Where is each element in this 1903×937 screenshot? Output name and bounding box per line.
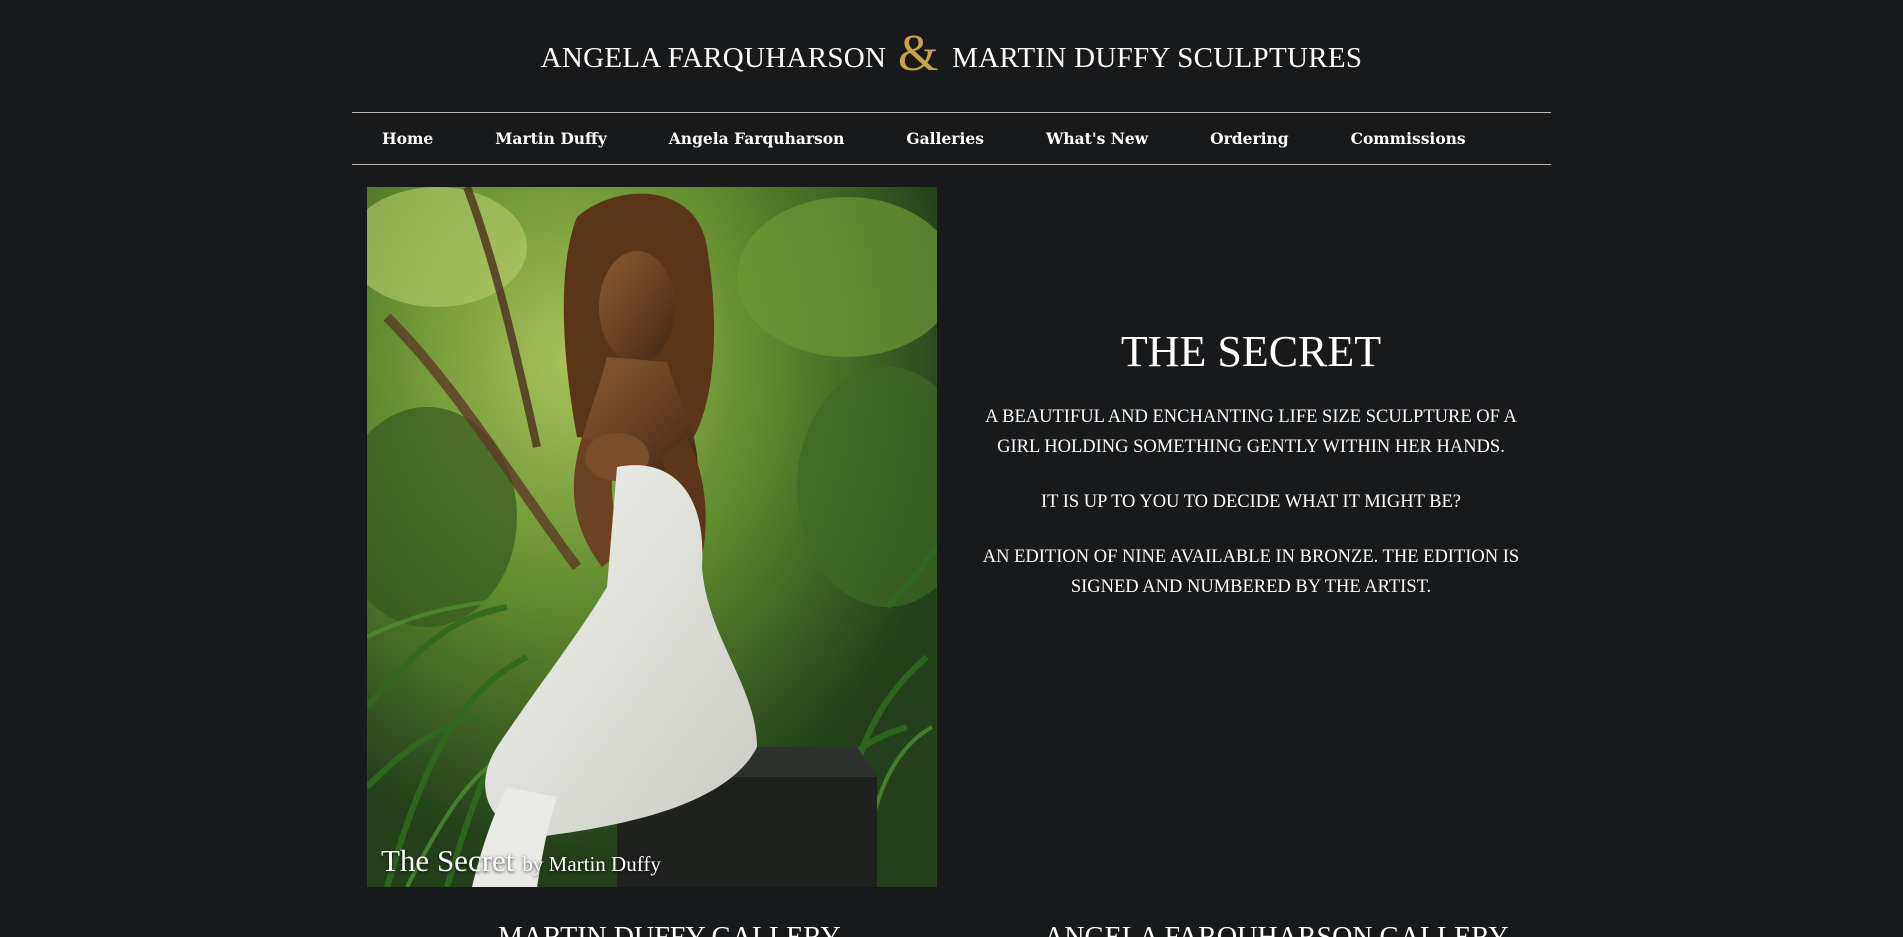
page: ANGELA FARQUHARSON & MARTIN DUFFY SCULPT… (0, 0, 1903, 937)
sculpture-info: THE SECRET A BEAUTIFUL AND ENCHANTING LI… (970, 328, 1532, 627)
site-title[interactable]: ANGELA FARQUHARSON & MARTIN DUFFY SCULPT… (0, 28, 1903, 80)
caption-title: The Secret (381, 843, 515, 878)
martin-duffy-gallery-link[interactable]: MARTIN DUFFY GALLERY (498, 922, 841, 937)
site-title-left: ANGELA FARQUHARSON (540, 42, 887, 74)
image-caption: The Secret by Martin Duffy (381, 843, 661, 879)
nav-item-whats-new[interactable]: What's New (1046, 129, 1148, 148)
nav-item-commissions[interactable]: Commissions (1351, 129, 1466, 148)
description-paragraph: IT IS UP TO YOU TO DECIDE WHAT IT MIGHT … (1040, 492, 1462, 512)
caption-artist: by Martin Duffy (522, 852, 661, 876)
nav-item-angela-farquharson[interactable]: Angela Farquharson (669, 129, 845, 148)
nav-item-ordering[interactable]: Ordering (1210, 129, 1289, 148)
angela-farquharson-gallery-link[interactable]: ANGELA FARQUHARSON GALLERY (1044, 922, 1509, 937)
sculpture-photo (367, 187, 937, 887)
sculpture-title: THE SECRET (1120, 327, 1382, 376)
nav-item-galleries[interactable]: Galleries (906, 129, 984, 148)
main-nav: Home Martin Duffy Angela Farquharson Gal… (352, 112, 1551, 165)
nav-item-martin-duffy[interactable]: Martin Duffy (495, 129, 607, 148)
ampersand-logo: & (897, 25, 939, 82)
nav-item-home[interactable]: Home (382, 129, 433, 148)
description-paragraph: A BEAUTIFUL AND ENCHANTING LIFE SIZE SCU… (985, 407, 1517, 457)
feature-sculpture-image[interactable]: The Secret by Martin Duffy (367, 187, 937, 887)
edition-paragraph: AN EDITION OF NINE AVAILABLE IN BRONZE. … (982, 547, 1520, 597)
site-title-right: MARTIN DUFFY SCULPTURES (952, 42, 1363, 74)
